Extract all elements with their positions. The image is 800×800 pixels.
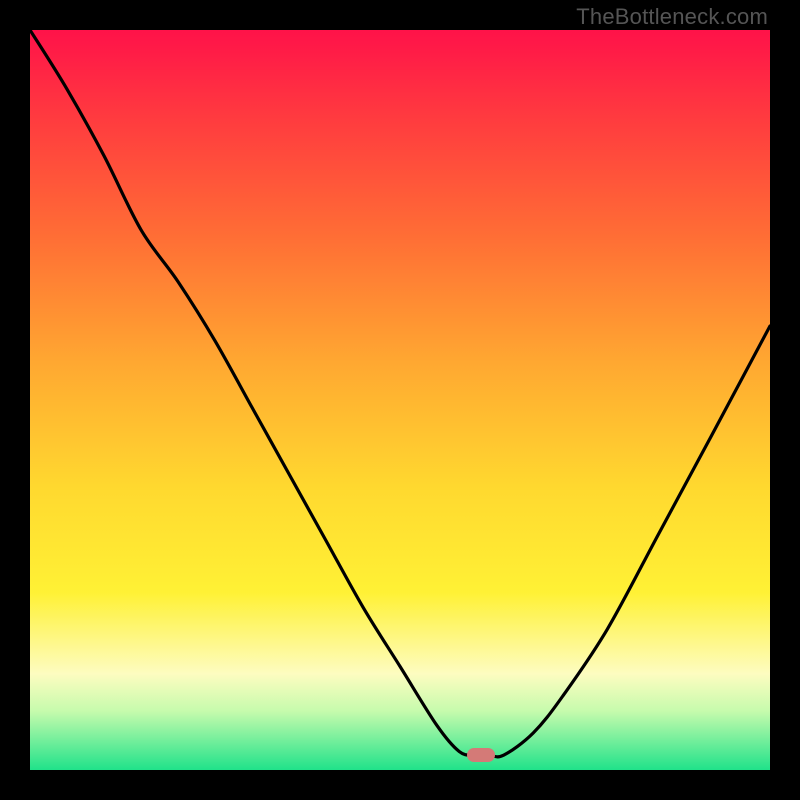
watermark-text: TheBottleneck.com	[576, 4, 768, 30]
plot-area	[30, 30, 770, 770]
chart-frame: TheBottleneck.com	[0, 0, 800, 800]
